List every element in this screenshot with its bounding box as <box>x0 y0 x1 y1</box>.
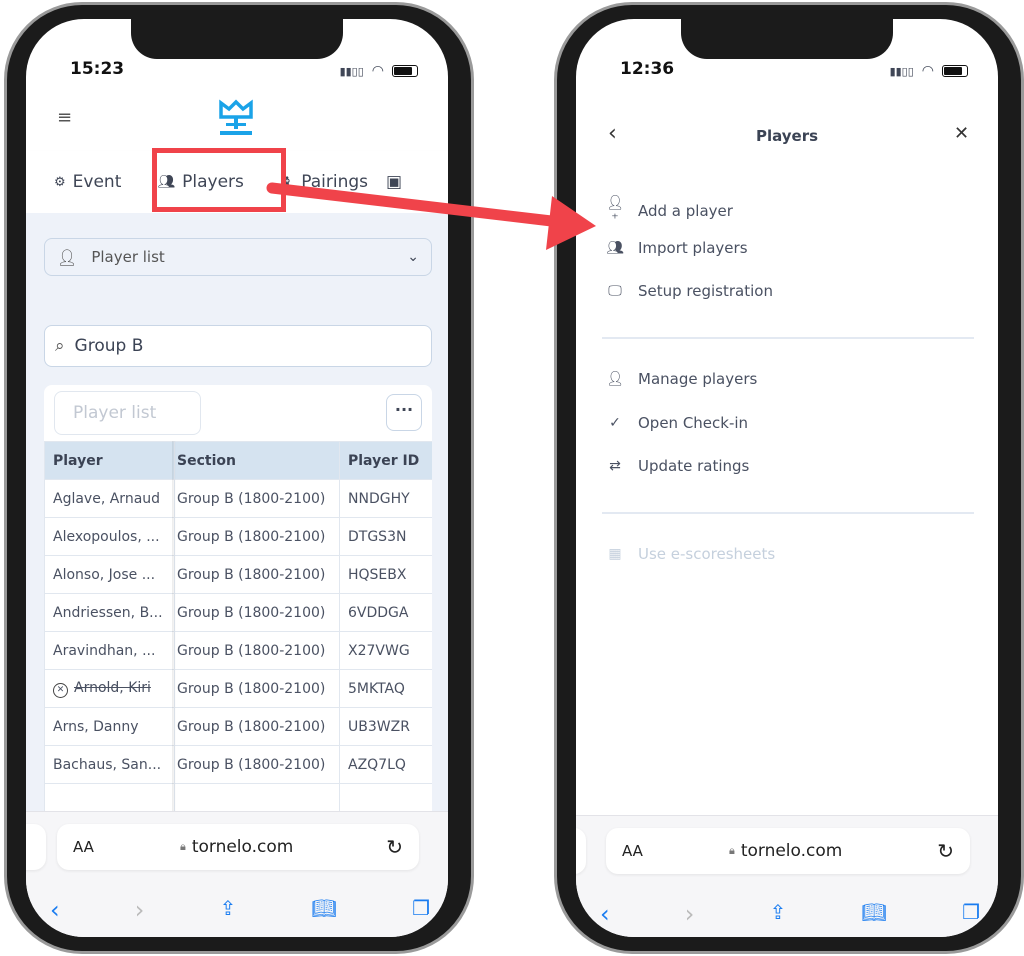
annotation-arrow <box>266 182 596 250</box>
